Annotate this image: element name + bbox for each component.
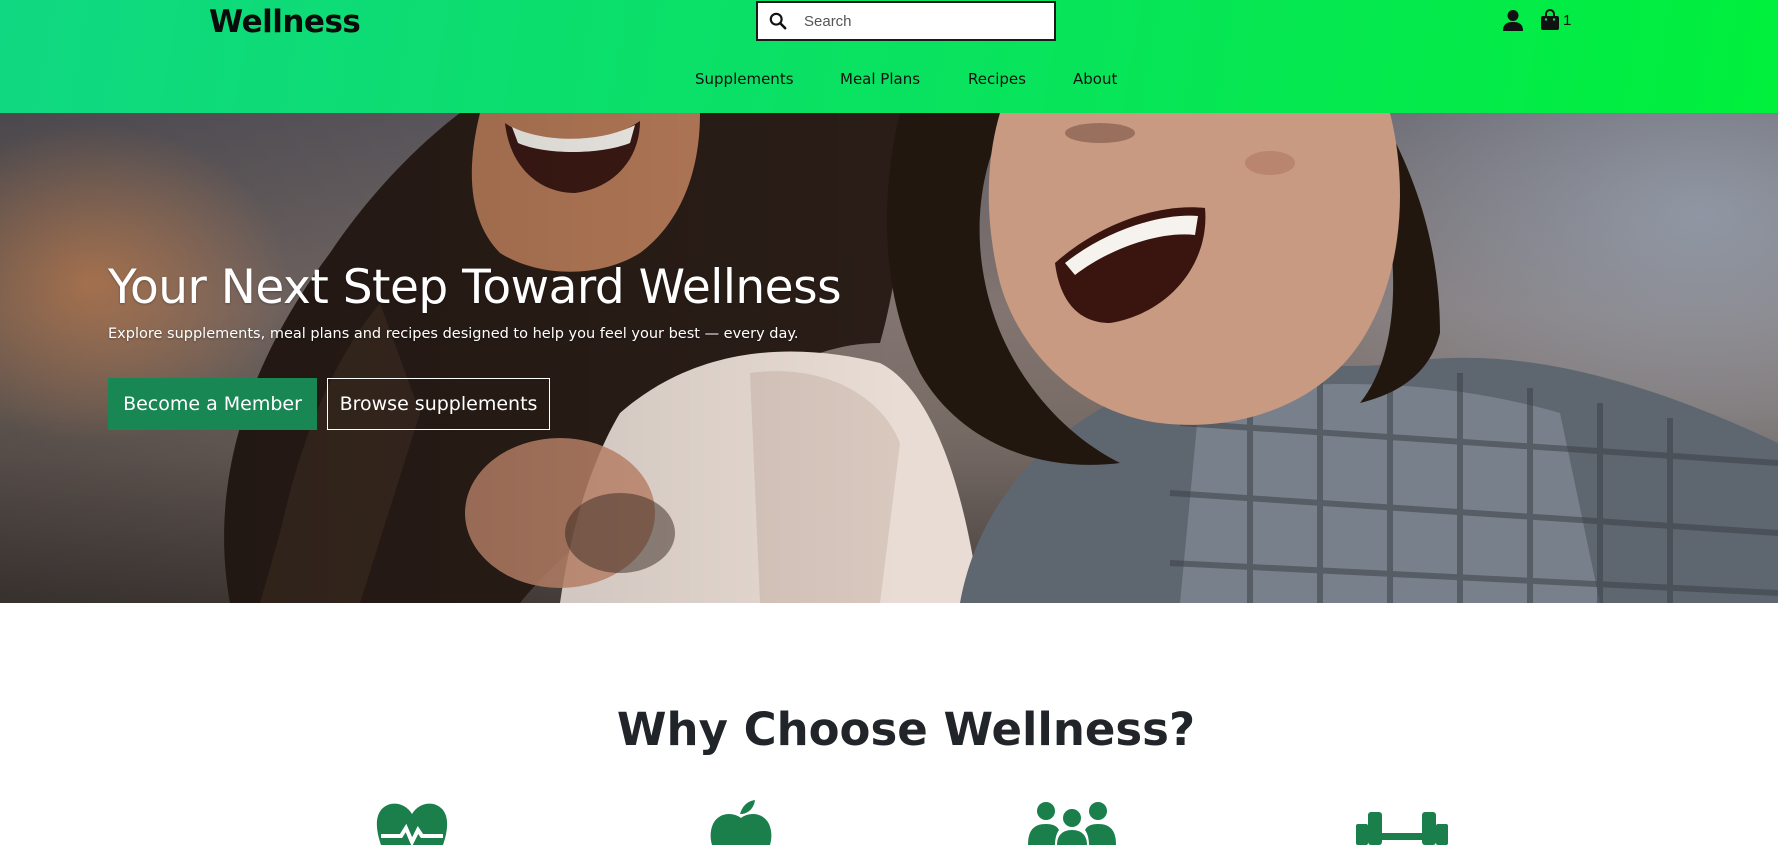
hero-banner: Your Next Step Toward Wellness Explore s…	[0, 113, 1778, 603]
nav-item-meal-plans[interactable]: Meal Plans	[840, 70, 920, 88]
hero-background-image	[0, 113, 1778, 603]
user-icon[interactable]	[1502, 9, 1524, 33]
brand-logo[interactable]: Wellness	[209, 4, 361, 40]
browse-supplements-button[interactable]: Browse supplements	[327, 378, 550, 430]
site-header: Wellness 1 Supplements Meal Plan	[0, 0, 1778, 113]
dumbbell-icon	[1356, 800, 1448, 845]
heart-pulse-icon	[375, 800, 449, 845]
cart-count-badge: 1	[1563, 11, 1572, 29]
hero-subtitle: Explore supplements, meal plans and reci…	[108, 326, 799, 342]
nav-item-recipes[interactable]: Recipes	[968, 70, 1026, 88]
people-group-icon	[1026, 800, 1118, 845]
section-title: Why Choose Wellness?	[616, 703, 1196, 756]
cart-button[interactable]: 1	[1540, 9, 1571, 31]
nav-item-about[interactable]: About	[1073, 70, 1117, 88]
hero-title: Your Next Step Toward Wellness	[108, 260, 842, 315]
apple-icon	[709, 800, 773, 845]
nav-item-supplements[interactable]: Supplements	[695, 70, 794, 88]
search-input[interactable]	[798, 4, 1038, 38]
search-icon[interactable]	[758, 3, 798, 39]
become-member-button[interactable]: Become a Member	[108, 378, 317, 430]
shopping-bag-icon	[1540, 9, 1560, 31]
search-bar[interactable]	[756, 1, 1056, 41]
